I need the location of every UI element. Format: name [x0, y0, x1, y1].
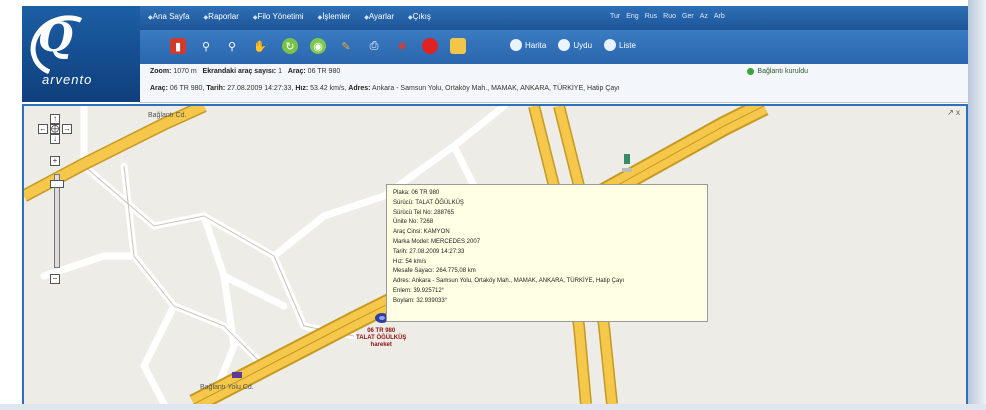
lang-eng[interactable]: Eng: [626, 13, 638, 20]
popup-address: Adres: Ankara - Samsun Yolu, Ortaköy Mah…: [393, 278, 624, 285]
zoom-in-button[interactable]: +: [50, 156, 60, 166]
satellite-view-icon: [558, 39, 571, 51]
window-edge-shadow: [968, 0, 986, 410]
connection-icon: [747, 68, 755, 75]
map-view-button[interactable]: Harita: [510, 39, 546, 51]
pan-center-button[interactable]: ⨁: [50, 124, 60, 134]
logo-mark: Q: [38, 14, 73, 61]
lang-arb[interactable]: Arb: [714, 13, 725, 20]
popup-make-model: Marka Model: MERCEDES 2007: [393, 238, 481, 245]
nav-item-fleet[interactable]: Filo Yönetimi: [253, 12, 303, 21]
vehicle-plate-label: 06 TR 980: [367, 328, 396, 334]
map-window-controls[interactable]: ↗ x: [947, 108, 960, 117]
target-icon[interactable]: ◉: [310, 38, 326, 54]
lang-az[interactable]: Az: [700, 13, 708, 20]
popup-driver-phone: Sürücü Tel No: 288765: [393, 209, 454, 216]
app-header: Q arvento Ana Sayfa Raporlar Filo Yöneti…: [21, 5, 968, 103]
map-view-icon: [510, 39, 522, 51]
folder-icon[interactable]: [450, 38, 466, 54]
refresh-icon[interactable]: ↻: [282, 38, 298, 54]
logo[interactable]: Q arvento: [21, 5, 140, 102]
pan-up-button[interactable]: ↑: [50, 114, 60, 124]
lang-rus[interactable]: Rus: [645, 13, 657, 20]
pan-right-button[interactable]: →: [62, 124, 72, 134]
popup-odometer: Mesafe Sayacı: 264.775,08 km: [393, 268, 476, 275]
nav-item-home[interactable]: Ana Sayfa: [148, 12, 190, 21]
pencil-icon[interactable]: ✎: [338, 38, 354, 54]
stop-icon[interactable]: [422, 38, 438, 54]
lang-ger[interactable]: Ger: [682, 13, 694, 20]
popup-latitude: Enlem: 39.925712°: [393, 287, 445, 294]
popup-date: Tarih: 27.08.2009 14:27:33: [393, 248, 465, 255]
hand-icon[interactable]: ✋: [252, 38, 268, 54]
window-bottom-edge: [0, 404, 986, 410]
top-nav-bar: Ana Sayfa Raporlar Filo Yönetimi İşlemle…: [140, 6, 968, 30]
selected-vehicle: 06 TR 980: [307, 68, 341, 75]
place-label: Bağlantı Yolu Cd.: [200, 384, 254, 391]
view-switcher: Harita Uydu Liste: [510, 39, 636, 51]
logo-text: arvento: [42, 72, 93, 87]
zoom-value: 1070 m: [173, 68, 197, 75]
vehicle-info-popup: Plaka: 06 TR 980 Sürücü: TALAT ÖĞÜLKÜŞ S…: [386, 184, 708, 322]
place-marker: [232, 372, 242, 378]
street-label: Bağlantı Cd.: [148, 112, 187, 119]
pin-icon[interactable]: ⚲: [198, 38, 214, 54]
language-selector: Tur Eng Rus Ruo Ger Az Arb: [610, 13, 725, 20]
list-view-icon: [604, 39, 617, 51]
app-window: Q arvento Ana Sayfa Raporlar Filo Yöneti…: [0, 0, 986, 410]
lang-ruo[interactable]: Ruo: [663, 13, 676, 20]
map-panel[interactable]: ↗ x Bağlantı Cd. Bağlantı Yolu Cd. ↑ ← ⨁…: [22, 104, 968, 406]
main-nav: Ana Sayfa Raporlar Filo Yönetimi İşlemle…: [148, 12, 431, 21]
vehicle-marker-label: 06 TR 980 TALAT ÖĞÜLKÜŞ hareket: [356, 328, 406, 349]
list-view-button[interactable]: Liste: [604, 39, 636, 51]
pan-down-button[interactable]: ↓: [50, 134, 60, 144]
car-list-icon[interactable]: ▮: [170, 38, 186, 54]
vehicle-count: 1: [278, 68, 282, 75]
vehicle-detail-line: Araç: 06 TR 980, Tarih: 27.08.2009 14:27…: [150, 85, 620, 92]
popup-longitude: Boylam: 32.939033°: [393, 297, 448, 304]
nav-item-operations[interactable]: İşlemler: [318, 12, 350, 21]
poi-marker: [624, 154, 630, 164]
popup-vehicle-type: Araç Cinsi: KAMYON: [393, 229, 450, 236]
map-toolbar: ▮ ⚲ ⚲ ✋ ↻ ◉ ✎ ⎙ ✱ Harita Uydu Liste: [140, 30, 968, 64]
status-info-bar: Zoom: 1070 m Ekrandaki araç sayısı: 1 Ar…: [140, 64, 968, 103]
map-summary: Zoom: 1070 m Ekrandaki araç sayısı: 1 Ar…: [150, 68, 341, 75]
zoom-out-button[interactable]: −: [50, 274, 60, 284]
vehicle-driver-label: TALAT ÖĞÜLKÜŞ: [356, 335, 407, 341]
popup-plate: Plaka: 06 TR 980: [393, 190, 440, 196]
bug-icon[interactable]: ✱: [394, 38, 410, 54]
poi-marker-label: [622, 168, 632, 172]
pin-icon[interactable]: ⚲: [224, 38, 240, 54]
zoom-slider-handle[interactable]: [50, 180, 64, 188]
nav-item-settings[interactable]: Ayarlar: [364, 12, 394, 21]
nav-item-logout[interactable]: Çıkış: [408, 12, 431, 21]
connection-status: Bağlantı kuruldu: [747, 68, 808, 75]
zoom-slider[interactable]: [54, 174, 60, 268]
popup-speed: Hız: 54 km/s: [393, 258, 427, 265]
nav-item-reports[interactable]: Raporlar: [204, 12, 239, 21]
vehicle-status-label: hareket: [370, 342, 392, 348]
popup-unit-no: Ünite No: 7268: [393, 219, 434, 226]
print-icon[interactable]: ⎙: [366, 38, 382, 54]
popup-driver: Sürücü: TALAT ÖĞÜLKÜŞ: [393, 199, 464, 206]
satellite-view-button[interactable]: Uydu: [558, 39, 592, 51]
lang-tur[interactable]: Tur: [610, 13, 620, 20]
pan-left-button[interactable]: ←: [38, 124, 48, 134]
